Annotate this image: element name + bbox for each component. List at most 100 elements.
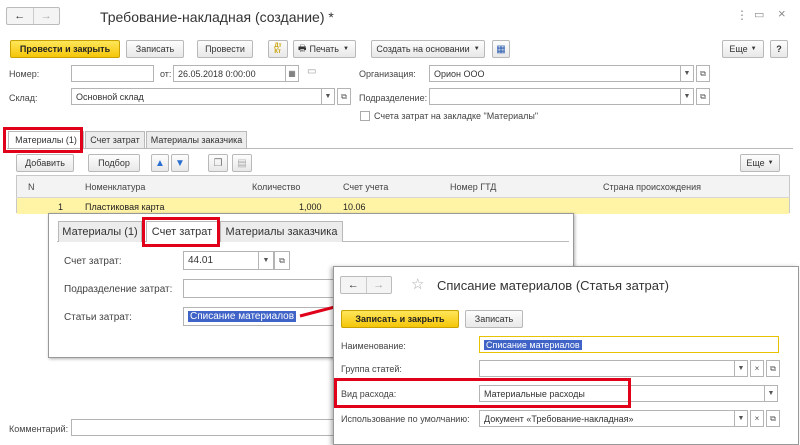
popup-save-close-button[interactable]: Записать и закрыть: [341, 310, 459, 328]
warehouse-dropdown-icon[interactable]: ▼: [321, 88, 335, 105]
column-header-nomenclature[interactable]: Номенклатура: [85, 180, 145, 194]
window-icon[interactable]: ▭: [754, 8, 764, 21]
cost-account-open-icon[interactable]: ⧉: [274, 251, 290, 270]
window-title: Требование-накладная (создание) *: [100, 9, 334, 25]
post-button[interactable]: Провести: [197, 40, 253, 58]
more-label: Еще: [729, 44, 748, 54]
name-value: Списание материалов: [484, 339, 582, 350]
column-header-country[interactable]: Страна происхождения: [603, 180, 701, 194]
pick-button[interactable]: Подбор: [88, 154, 140, 172]
column-header-account[interactable]: Счет учета: [343, 180, 388, 194]
arrow-down-icon: ▼: [175, 157, 185, 169]
warehouse-label: Склад:: [9, 93, 38, 103]
star-icon[interactable]: ☆: [411, 275, 424, 293]
popup-nav: ← →: [340, 276, 392, 294]
chevron-down-icon: ▼: [342, 46, 349, 52]
save-button[interactable]: Записать: [126, 40, 184, 58]
dt-kt-button[interactable]: Дт Кт: [268, 40, 288, 58]
overlay-tab-materials[interactable]: Материалы (1): [58, 221, 142, 242]
cell-n: 1: [58, 202, 64, 212]
cell-account: 10.06: [343, 202, 366, 212]
cost-accounts-checkbox[interactable]: [360, 111, 370, 121]
division-dropdown-icon[interactable]: ▼: [680, 88, 694, 105]
calendar-icon[interactable]: ▦: [285, 65, 299, 82]
column-header-quantity[interactable]: Количество: [252, 180, 300, 194]
cost-account-field[interactable]: 44.01: [183, 251, 259, 270]
tab-customer-materials[interactable]: Материалы заказчика: [146, 131, 247, 148]
group-clear-icon[interactable]: ×: [750, 360, 764, 377]
paste-icon: ▤: [237, 157, 247, 169]
group-field[interactable]: [479, 360, 735, 377]
organization-label: Организация:: [359, 69, 416, 79]
dt-kt-icon: Дт Кт: [274, 43, 282, 55]
warehouse-field[interactable]: Основной склад: [71, 88, 322, 105]
cost-accounts-checkbox-label: Счета затрат на закладке "Материалы": [374, 111, 539, 121]
move-up-button[interactable]: ▲: [151, 154, 169, 172]
default-usage-field[interactable]: Документ «Требование-накладная»: [479, 410, 735, 427]
cost-account-dropdown-icon[interactable]: ▼: [258, 251, 274, 270]
forward-arrow-icon[interactable]: →: [34, 8, 60, 24]
group-open-icon[interactable]: ⧉: [766, 360, 780, 377]
move-down-button[interactable]: ▼: [171, 154, 189, 172]
structure-icon: ▦: [496, 43, 506, 55]
help-button[interactable]: ?: [770, 40, 788, 58]
column-header-n[interactable]: N: [28, 180, 35, 194]
default-usage-open-icon[interactable]: ⧉: [766, 410, 780, 427]
structure-button[interactable]: ▦: [492, 40, 510, 58]
organization-open-icon[interactable]: ⧉: [696, 65, 710, 82]
arrow-up-icon: ▲: [155, 157, 165, 169]
popup-title: Списание материалов (Статья затрат): [437, 278, 669, 293]
cell-quantity: 1,000: [299, 202, 322, 212]
warehouse-open-icon[interactable]: ⧉: [337, 88, 351, 105]
create-based-on-button[interactable]: Создать на основании ▼: [371, 40, 485, 58]
highlight-expense-type: [334, 378, 631, 408]
table-more-label: Еще: [746, 158, 765, 168]
chevron-down-icon: ▼: [473, 46, 480, 52]
number-field[interactable]: [71, 65, 154, 82]
cost-account-label: Счет затрат:: [64, 256, 122, 267]
document-icon[interactable]: ▭: [307, 66, 316, 77]
date-field[interactable]: 26.05.2018 0:00:00: [173, 65, 286, 82]
division-open-icon[interactable]: ⧉: [696, 88, 710, 105]
highlight-cost-account-tab: [142, 217, 220, 247]
column-header-gtd[interactable]: Номер ГТД: [450, 180, 496, 194]
paste-row-button[interactable]: ▤: [232, 154, 252, 172]
print-button[interactable]: 🖶 Печать ▼: [293, 40, 356, 58]
tab-cost-account[interactable]: Счет затрат: [85, 131, 145, 148]
back-arrow-icon[interactable]: ←: [7, 8, 34, 24]
copy-icon: ❐: [213, 157, 223, 169]
popup-back-arrow-icon[interactable]: ←: [341, 277, 367, 293]
add-button[interactable]: Добавить: [16, 154, 74, 172]
division-label: Подразделение:: [359, 93, 428, 103]
name-field[interactable]: Списание материалов: [479, 336, 779, 353]
cost-item-label: Статьи затрат:: [64, 312, 132, 323]
default-usage-clear-icon[interactable]: ×: [750, 410, 764, 427]
expense-type-dropdown-icon[interactable]: ▼: [764, 385, 778, 402]
cell-nomenclature: Пластиковая карта: [85, 202, 165, 212]
create-based-on-label: Создать на основании: [376, 44, 470, 54]
more-button[interactable]: Еще ▼: [722, 40, 764, 58]
print-label: Печать: [309, 44, 339, 54]
post-and-close-button[interactable]: Провести и закрыть: [10, 40, 120, 58]
printer-icon: 🖶: [298, 43, 307, 53]
default-usage-dropdown-icon[interactable]: ▼: [734, 410, 748, 427]
popup-save-button[interactable]: Записать: [465, 310, 523, 328]
organization-dropdown-icon[interactable]: ▼: [680, 65, 694, 82]
copy-row-button[interactable]: ❐: [208, 154, 228, 172]
close-icon[interactable]: ×: [778, 6, 786, 21]
chevron-down-icon: ▼: [767, 160, 774, 166]
comment-field[interactable]: [71, 419, 341, 436]
cost-division-label: Подразделение затрат:: [64, 284, 173, 295]
chevron-down-icon: ▼: [750, 46, 757, 52]
group-dropdown-icon[interactable]: ▼: [734, 360, 748, 377]
organization-field[interactable]: Орион ООО: [429, 65, 681, 82]
name-label: Наименование:: [341, 341, 406, 351]
popup-forward-arrow-icon[interactable]: →: [367, 277, 392, 293]
comment-label: Комментарий:: [9, 424, 69, 434]
division-field[interactable]: [429, 88, 681, 105]
more-vert-icon[interactable]: ⋮: [736, 8, 748, 22]
overlay-tab-customer-materials[interactable]: Материалы заказчика: [220, 221, 343, 242]
cost-item-value: Списание материалов: [188, 311, 297, 322]
table-more-button[interactable]: Еще ▼: [740, 154, 780, 172]
date-from-label: от:: [160, 69, 172, 79]
